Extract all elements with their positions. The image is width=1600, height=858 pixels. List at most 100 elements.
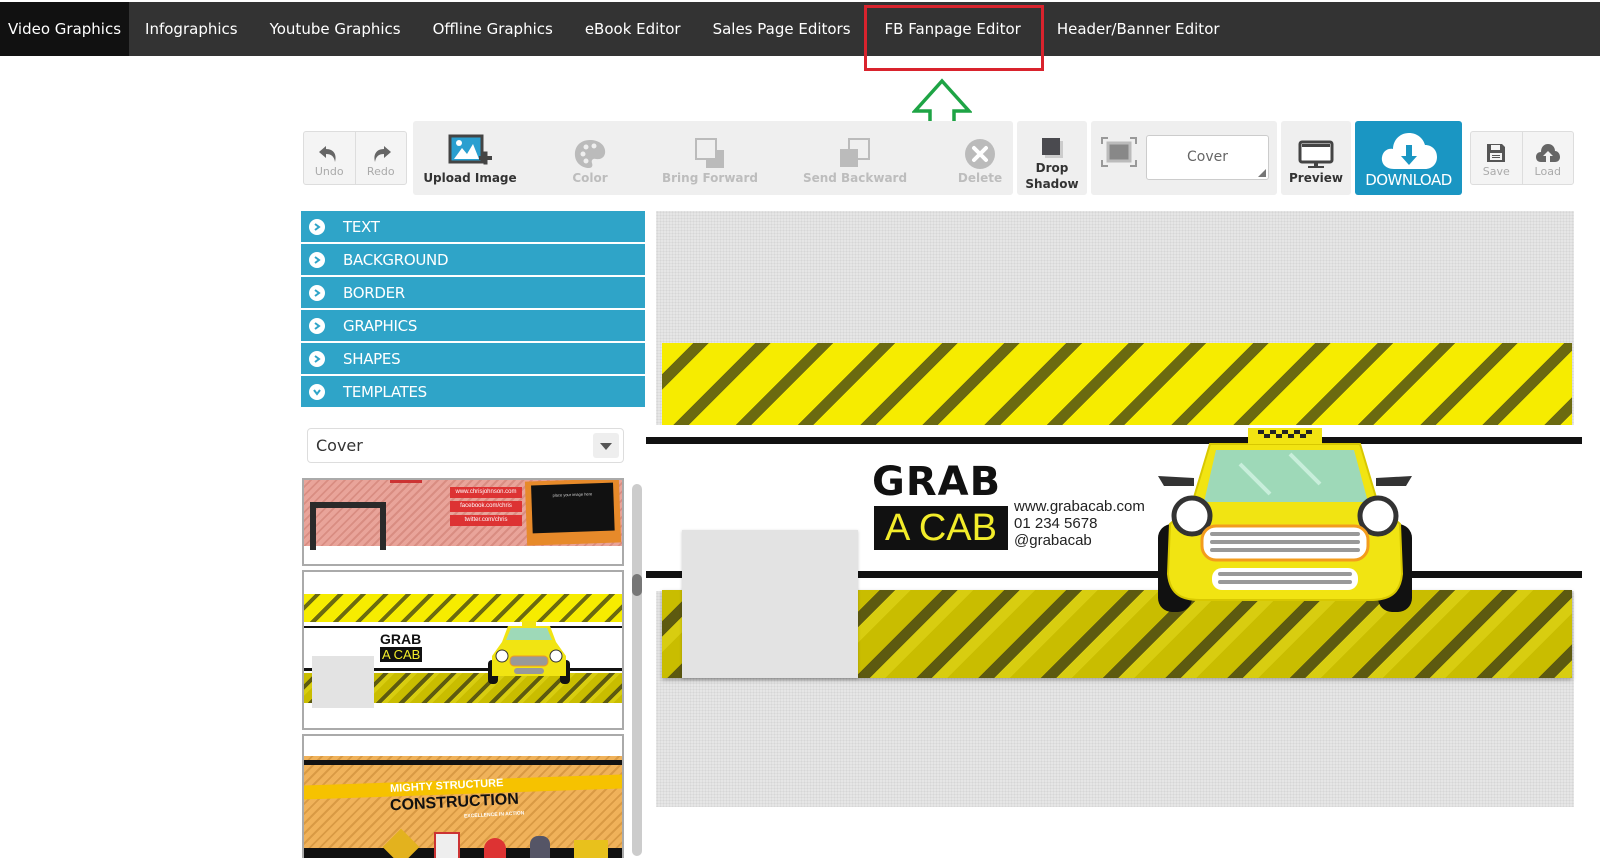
undo-label: Undo: [314, 165, 344, 178]
save-load-group: Save Load: [1470, 131, 1574, 185]
template-category-select[interactable]: Cover: [307, 428, 624, 463]
thumb-brand-line1: GRAB: [380, 631, 422, 647]
canvas-website[interactable]: www.grabacab.com: [1014, 498, 1145, 515]
chevron-right-icon: [309, 218, 325, 235]
template-category-value: Cover: [316, 436, 363, 455]
cloud-download-icon: [1381, 133, 1437, 169]
accordion-background-label: BACKGROUND: [343, 250, 449, 269]
thumb-worker-icon: [530, 836, 550, 858]
redo-icon: [374, 146, 391, 162]
bring-forward-button[interactable]: Bring Forward: [660, 130, 760, 186]
thumb-accent-bar: [390, 480, 422, 483]
drop-shadow-label-1: Drop: [1035, 161, 1069, 175]
thumb-photo-placeholder: place your image here: [531, 482, 615, 534]
upload-image-icon: [448, 134, 492, 165]
accordion-graphics[interactable]: GRAPHICS: [301, 310, 645, 341]
drop-shadow-icon: [1042, 138, 1063, 158]
delete-button[interactable]: Delete: [950, 130, 1010, 186]
cloud-upload-icon: [1535, 144, 1560, 162]
thumb-hardhat-icon: [484, 838, 506, 858]
delete-label: Delete: [957, 171, 1003, 185]
fit-screen-icon: [1101, 137, 1137, 167]
nav-video-graphics[interactable]: Video Graphics: [0, 2, 130, 56]
bring-forward-label: Bring Forward: [661, 171, 759, 185]
accordion-graphics-label: GRAPHICS: [343, 316, 418, 335]
canvas-brand-line2[interactable]: A CAB: [874, 506, 1008, 550]
nav-sales-page-editors[interactable]: Sales Page Editors: [697, 2, 867, 56]
size-preset-input[interactable]: Cover: [1146, 135, 1269, 180]
template-thumb-mighty-structure[interactable]: MIGHTY STRUCTURE CONSTRUCTION EXCELLENCE…: [302, 734, 624, 858]
chevron-right-icon: [309, 284, 325, 301]
accordion-border[interactable]: BORDER: [301, 277, 645, 308]
thumb-photo-placeholder: [312, 656, 374, 708]
thumb-frame-shape: [310, 502, 386, 550]
redo-button[interactable]: Redo: [354, 132, 407, 184]
thumb-line-3: twitter.com/chris: [450, 515, 522, 526]
highlight-annotation-box: [864, 5, 1044, 71]
download-button[interactable]: DOWNLOAD: [1355, 121, 1462, 195]
chevron-down-icon: [309, 383, 325, 400]
nav-youtube-graphics[interactable]: Youtube Graphics: [254, 2, 417, 56]
undo-icon: [319, 146, 336, 162]
accordion-templates-label: TEMPLATES: [343, 382, 427, 401]
canvas-stripes-top[interactable]: [662, 343, 1572, 425]
thumb-black-bar: [304, 760, 622, 765]
canvas-handle[interactable]: @grabacab: [1014, 532, 1092, 549]
canvas-phone[interactable]: 01 234 5678: [1014, 515, 1097, 532]
undo-redo-group: Undo Redo: [303, 131, 407, 185]
nav-header-banner-editor[interactable]: Header/Banner Editor: [1053, 2, 1236, 56]
save-button[interactable]: Save: [1471, 132, 1522, 184]
thumb-stripes-top: [304, 594, 622, 622]
thumb-taxi-icon: [488, 621, 570, 684]
monitor-icon: [1298, 140, 1334, 168]
canvas-photo-placeholder[interactable]: [682, 530, 858, 678]
redo-label: Redo: [366, 165, 395, 178]
template-thumb-chris-johnson[interactable]: www.chrisjohnson.com facebook.com/chris …: [302, 478, 624, 566]
drop-shadow-button[interactable]: Drop Shadow: [1017, 126, 1087, 192]
drop-shadow-label-2: Shadow: [1025, 177, 1079, 191]
fit-screen-button[interactable]: [1098, 132, 1140, 168]
nav-offline-graphics[interactable]: Offline Graphics: [417, 2, 569, 56]
undo-button[interactable]: Undo: [304, 132, 355, 184]
accordion-templates[interactable]: TEMPLATES: [301, 376, 645, 407]
accordion-shapes-label: SHAPES: [343, 349, 401, 368]
nav-ebook-editor[interactable]: eBook Editor: [569, 2, 697, 56]
accordion-shapes[interactable]: SHAPES: [301, 343, 645, 374]
chevron-right-icon: [309, 350, 325, 367]
canvas-line-top[interactable]: [646, 437, 1582, 444]
load-button[interactable]: Load: [1521, 132, 1574, 184]
upload-image-button[interactable]: Upload Image: [420, 130, 520, 186]
preview-button[interactable]: Preview: [1281, 130, 1351, 186]
preview-label: Preview: [1288, 171, 1343, 185]
taxi-car-graphic[interactable]: [1150, 424, 1420, 616]
send-backward-icon: [840, 138, 870, 167]
accordion-text-label: TEXT: [343, 217, 380, 236]
accordion-background[interactable]: BACKGROUND: [301, 244, 645, 275]
chevron-right-icon: [309, 251, 325, 268]
palette-icon: [574, 140, 606, 168]
bring-forward-icon: [695, 138, 724, 168]
save-label: Save: [1482, 165, 1510, 178]
upload-image-label: Upload Image: [423, 171, 517, 185]
template-thumb-grab-a-cab[interactable]: GRAB A CAB: [302, 570, 624, 730]
dropdown-arrow-icon: [593, 433, 619, 458]
accordion-border-label: BORDER: [343, 283, 405, 302]
canvas-brand-line1[interactable]: GRAB: [872, 462, 1001, 502]
thumb-line-1: www.chrisjohnson.com: [450, 487, 522, 498]
thumb-line-2: facebook.com/chris: [450, 501, 522, 512]
delete-icon: [965, 139, 995, 169]
nav-infographics[interactable]: Infographics: [129, 2, 254, 56]
color-button[interactable]: Color: [550, 130, 630, 186]
load-label: Load: [1534, 165, 1561, 178]
floppy-disk-icon: [1487, 144, 1506, 162]
color-label: Color: [572, 171, 608, 185]
scrollbar-handle[interactable]: [632, 574, 642, 596]
send-backward-button[interactable]: Send Backward: [800, 130, 910, 186]
templates-scrollbar[interactable]: [632, 484, 642, 856]
download-label: DOWNLOAD: [1365, 171, 1452, 189]
thumb-brand-line2: A CAB: [380, 647, 423, 662]
thumb-excavator-icon: [574, 840, 608, 858]
thumb-blueprint-icon: [434, 832, 460, 858]
sidebar-accordion: TEXT BACKGROUND BORDER GRAPHICS SHAPES T…: [301, 211, 645, 409]
accordion-text[interactable]: TEXT: [301, 211, 645, 242]
